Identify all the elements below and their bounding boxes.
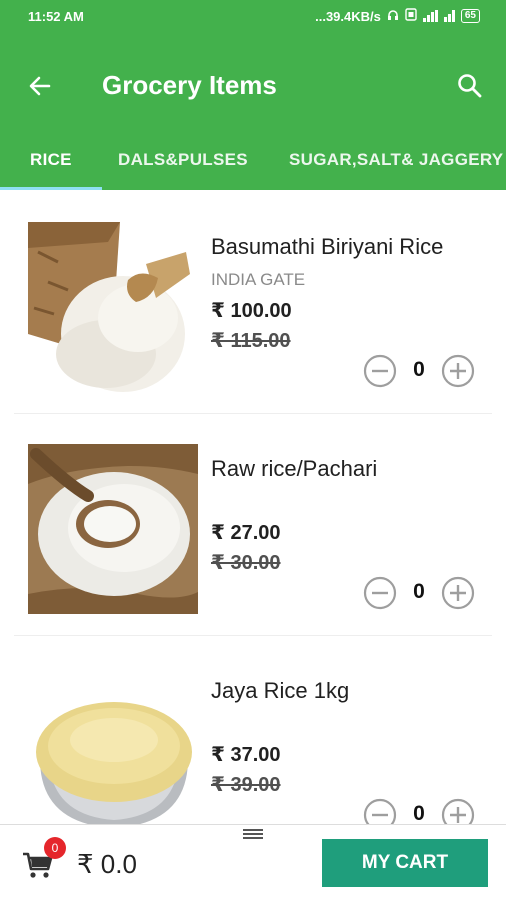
signal-icon — [422, 10, 438, 22]
product-list[interactable]: Basumathi Biriyani Rice INDIA GATE ₹ 100… — [0, 190, 506, 824]
product-image-raw-rice — [28, 444, 198, 614]
plus-circle-icon[interactable] — [441, 798, 475, 824]
app-bar: Grocery Items RICE DALS&PULSES SUGAR,SAL… — [0, 34, 506, 190]
product-card[interactable]: Basumathi Biriyani Rice INDIA GATE ₹ 100… — [14, 204, 492, 414]
product-price: ₹ 27.00 — [211, 522, 281, 544]
quantity-stepper: 0 — [363, 576, 475, 610]
product-price: ₹ 100.00 — [211, 300, 292, 322]
back-button[interactable] — [18, 64, 62, 108]
network-speed: ...39.4KB/s — [315, 8, 381, 24]
tab-rice[interactable]: RICE — [30, 150, 72, 170]
status-indicators: ...39.4KB/s 65 — [315, 8, 480, 24]
minus-circle-icon[interactable] — [363, 576, 397, 610]
headphones-icon — [387, 9, 399, 24]
product-card[interactable]: Raw rice/Pachari ₹ 27.00 ₹ 30.00 0 — [14, 426, 492, 636]
battery-icon: 65 — [460, 9, 480, 23]
my-cart-button[interactable]: MY CART — [322, 839, 488, 887]
category-tabs: RICE DALS&PULSES SUGAR,SALT& JAGGERY — [0, 146, 506, 190]
product-mrp: ₹ 115.00 — [211, 330, 291, 352]
arrow-left-icon — [29, 76, 51, 96]
product-mrp: ₹ 39.00 — [211, 774, 281, 796]
minus-circle-icon[interactable] — [363, 354, 397, 388]
search-icon — [458, 74, 482, 98]
product-name[interactable]: Basumathi Biriyani Rice — [211, 234, 443, 260]
plus-circle-icon[interactable] — [441, 354, 475, 388]
quantity-stepper: 0 — [363, 354, 475, 388]
status-bar: 11:52 AM ...39.4KB/s 65 — [0, 0, 506, 34]
product-name[interactable]: Jaya Rice 1kg — [211, 678, 349, 704]
plus-circle-icon[interactable] — [441, 576, 475, 610]
cart-count-badge: 0 — [44, 837, 66, 859]
tab-sugar-salt-jaggery[interactable]: SUGAR,SALT& JAGGERY — [289, 150, 503, 170]
quantity-value: 0 — [413, 358, 425, 381]
cart-total: ₹ 0.0 — [77, 849, 137, 879]
quantity-stepper: 0 — [363, 798, 475, 824]
sim-icon — [405, 8, 417, 24]
wifi-icon — [443, 10, 455, 22]
product-name[interactable]: Raw rice/Pachari — [211, 456, 377, 482]
tab-dals-pulses[interactable]: DALS&PULSES — [118, 150, 248, 170]
product-brand: INDIA GATE — [211, 270, 306, 289]
product-image-jaya-rice — [28, 666, 198, 824]
quantity-value: 0 — [413, 802, 425, 824]
product-image-basmati-rice — [28, 222, 198, 392]
drag-handle-icon[interactable] — [243, 829, 263, 839]
product-price: ₹ 37.00 — [211, 744, 281, 766]
search-button[interactable] — [448, 64, 492, 108]
minus-circle-icon[interactable] — [363, 798, 397, 824]
cart-bottom-bar: 0 ₹ 0.0 MY CART — [0, 824, 506, 900]
page-title: Grocery Items — [102, 70, 277, 100]
status-time: 11:52 AM — [28, 9, 84, 24]
quantity-value: 0 — [413, 580, 425, 603]
product-card[interactable]: Jaya Rice 1kg ₹ 37.00 ₹ 39.00 0 — [14, 648, 492, 824]
product-mrp: ₹ 30.00 — [211, 552, 281, 574]
